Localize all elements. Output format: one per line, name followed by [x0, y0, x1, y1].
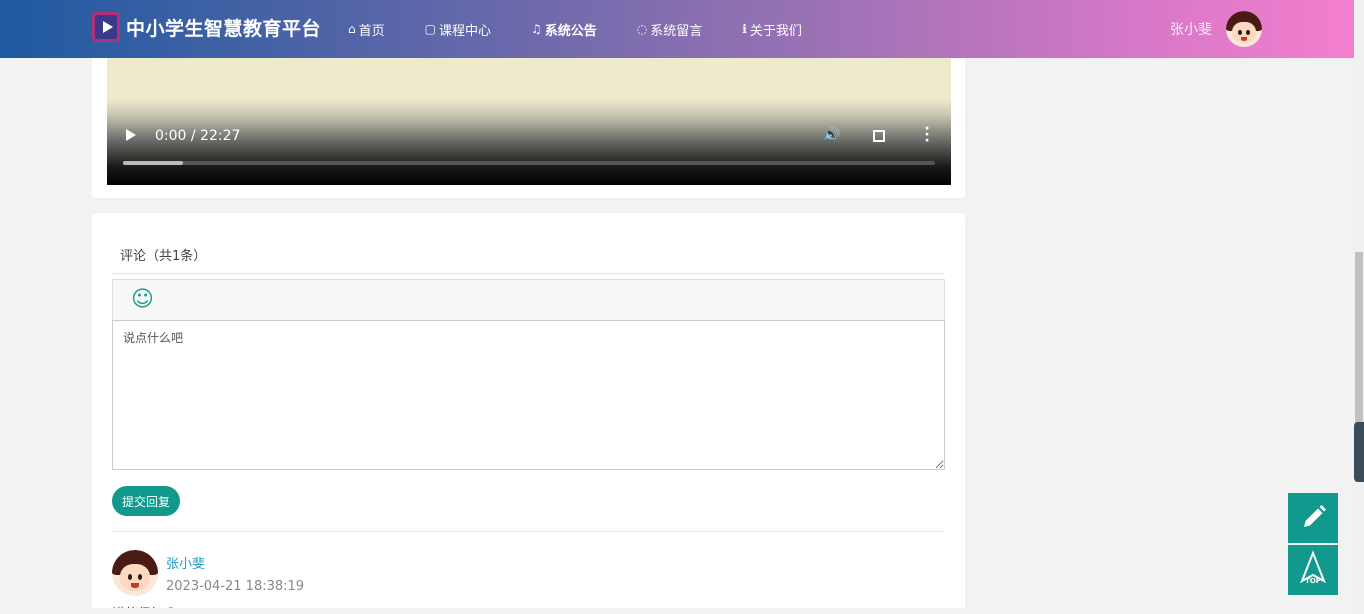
side-widget-tab[interactable]	[1354, 422, 1364, 482]
submit-reply-button[interactable]: 提交回复	[112, 486, 181, 516]
nav-about[interactable]: ℹ 关于我们	[742, 20, 802, 39]
nav-about-label: 关于我们	[749, 23, 802, 39]
nav-announcements-label: 系统公告	[544, 23, 597, 39]
page-scrollbar[interactable]	[1354, 0, 1364, 614]
comment-input[interactable]	[112, 320, 945, 470]
nav-home[interactable]: ⌂ 首页	[348, 20, 385, 39]
divider	[112, 531, 944, 532]
bell-icon: ♫	[531, 22, 542, 36]
logo[interactable]: 中小学生智慧教育平台	[92, 12, 321, 42]
video-buffer-fill	[123, 161, 184, 165]
emoji-icon[interactable]: ☺	[131, 288, 154, 312]
video-progress-bar[interactable]	[123, 161, 935, 165]
page-bottom	[0, 608, 1354, 614]
arrow-up-icon	[1300, 550, 1326, 584]
nav-announcements[interactable]: ♫ 系统公告	[531, 20, 597, 39]
nav-messages[interactable]: ◌ 系统留言	[637, 20, 703, 39]
video-time: 0:00 / 22:27	[155, 128, 241, 144]
comments-card: 评论（共1条） ☺ 提交回复 张小斐 2023-04-21 18:38:19 讲…	[92, 213, 965, 614]
nav-messages-label: 系统留言	[650, 23, 703, 39]
top-navbar: 中小学生智慧教育平台 ⌂ 首页 ▢ 课程中心 ♫ 系统公告 ◌ 系统留言 ℹ 关…	[0, 0, 1354, 58]
comments-title: 评论（共1条）	[120, 249, 207, 264]
site-title: 中小学生智慧教育平台	[126, 17, 322, 40]
nav-courses-label: 课程中心	[438, 23, 491, 39]
main-nav: ⌂ 首页 ▢ 课程中心 ♫ 系统公告 ◌ 系统留言 ℹ 关于我们	[348, 0, 842, 58]
more-options-icon[interactable]: · · ·	[921, 122, 933, 148]
comment-avatar[interactable]	[112, 550, 158, 596]
comment-timestamp: 2023-04-21 18:38:19	[166, 579, 305, 594]
fullscreen-icon[interactable]	[873, 130, 885, 142]
info-icon: ℹ	[742, 22, 747, 36]
top-label: TOP	[1305, 577, 1321, 585]
nav-home-label: 首页	[358, 23, 385, 39]
video-card: 0:00 / 22:27 🔊 · · ·	[92, 40, 965, 198]
editor-toolbar: ☺	[112, 279, 945, 321]
write-comment-button[interactable]	[1288, 493, 1338, 543]
play-logo-icon	[92, 12, 120, 42]
volume-icon[interactable]: 🔊	[823, 127, 840, 143]
video-player[interactable]: 0:00 / 22:27 🔊 · · ·	[107, 58, 951, 185]
divider	[112, 273, 944, 274]
avatar[interactable]	[1226, 11, 1262, 47]
back-to-top-button[interactable]: TOP	[1288, 545, 1338, 595]
comment-user-name[interactable]: 张小斐	[166, 553, 205, 572]
home-icon: ⌂	[348, 22, 356, 36]
pencil-icon	[1304, 505, 1326, 527]
header-user-name[interactable]: 张小斐	[1170, 19, 1212, 39]
play-icon[interactable]	[126, 129, 136, 141]
chat-icon: ◌	[636, 22, 648, 36]
nav-courses[interactable]: ▢ 课程中心	[425, 20, 491, 39]
book-icon: ▢	[424, 22, 436, 36]
